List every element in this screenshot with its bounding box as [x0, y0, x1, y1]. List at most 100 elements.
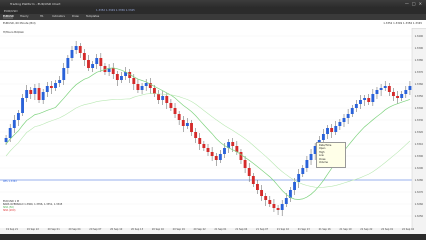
time-tick-label: 21 Sep 22 [360, 228, 373, 231]
time-tick-label: 21 Sep 10 [276, 228, 289, 231]
time-tick-label: 20 Sep 16 [151, 228, 164, 231]
candle-up [280, 204, 284, 210]
price-tick-label: 1.3260 [414, 202, 423, 206]
resistance-label: RES 1.3363 [3, 180, 17, 183]
account-label: EUR/USD [4, 9, 18, 13]
candle-down [29, 90, 33, 94]
candle-up [120, 76, 123, 80]
candle-up [284, 198, 288, 204]
candle-up [400, 94, 404, 98]
candle-up [334, 126, 338, 132]
candle-down [247, 168, 251, 176]
candle-down [136, 84, 140, 90]
candle-down [387, 86, 391, 92]
candle-up [371, 94, 375, 102]
candle-down [165, 96, 169, 103]
candle-up [62, 68, 66, 80]
candle-up [379, 88, 383, 90]
candle-down [392, 92, 395, 96]
time-tick-label: 20 Sep 04 [68, 228, 81, 231]
candle-up [140, 86, 144, 90]
title-bar: Trading Platform - EUR/USD Chart — □ ✕ [0, 0, 426, 8]
candle-up [375, 90, 379, 94]
candle-up [383, 86, 387, 88]
candle-down [260, 190, 264, 196]
candle-down [256, 184, 259, 190]
candle-up [218, 154, 222, 160]
candle-down [202, 144, 206, 148]
quote-readout: 1.3352 1.3349 1.3356 1.3345 [96, 9, 135, 12]
candle-up [45, 86, 49, 92]
candle-down [157, 94, 160, 100]
candle-up [408, 86, 412, 90]
candle-up [74, 46, 78, 50]
price-tick-label: 1.3360 [414, 82, 423, 86]
candle-up [305, 160, 309, 168]
price-tick-label: 1.3370 [414, 70, 423, 74]
time-tick-label: 21 Sep 13 [297, 228, 310, 231]
price-tick-label: 1.3270 [414, 190, 423, 194]
time-tick-label: 20 Sep 19 [172, 228, 185, 231]
time-tick-label: 21 Sep 07 [256, 228, 269, 231]
candle-up [185, 123, 189, 126]
candle-down [169, 103, 173, 108]
candle-down [396, 96, 400, 98]
candle-down [214, 156, 218, 160]
candle-down [264, 196, 268, 200]
status-bar [0, 234, 426, 240]
candle-up [161, 96, 165, 100]
candle-down [152, 88, 156, 94]
candle-down [132, 78, 136, 84]
candle-down [243, 160, 247, 168]
candle-up [41, 92, 45, 100]
candle-down [194, 132, 198, 138]
candle-up [33, 88, 37, 94]
minimize-icon[interactable]: — [405, 1, 409, 7]
chart-title: EURUSD, 60 Minute (Bid) [3, 22, 36, 25]
candle-down [78, 46, 82, 53]
time-tick-label: 20 Sep 22 [193, 228, 206, 231]
price-tick-label: 1.3290 [414, 166, 423, 170]
candle-up [21, 98, 24, 113]
candle-down [198, 138, 202, 144]
price-tick-label: 1.3320 [414, 130, 423, 134]
candle-up [354, 104, 358, 108]
candle-up [338, 122, 342, 126]
maximize-icon[interactable]: □ [412, 1, 416, 7]
price-tick-label: 1.3250 [414, 214, 423, 218]
symbol-selector[interactable]: EURUSD [3, 15, 14, 19]
candle-up [54, 83, 57, 88]
toolbar-item-h1[interactable]: H1 [40, 15, 44, 18]
price-tick-label: 1.3350 [414, 94, 423, 98]
candle-up [326, 128, 329, 134]
close-icon[interactable]: ✕ [419, 1, 422, 7]
time-tick-label: 20 Sep 13 [130, 228, 144, 231]
candle-up [293, 182, 296, 190]
time-tick-label: 22 Sep 04 [401, 228, 415, 231]
candlestick-chart[interactable] [0, 28, 426, 228]
price-tick-label: 1.3400 [414, 34, 423, 38]
candle-down [37, 88, 41, 100]
toolbar-item-indicators[interactable]: Indicators [52, 15, 65, 18]
candle-up [297, 174, 301, 182]
price-tick-label: 1.3300 [414, 154, 423, 158]
candle-up [95, 58, 99, 64]
candle-down [239, 152, 243, 160]
candle-up [321, 134, 325, 140]
toolbar-item-draw[interactable]: Draw [72, 15, 79, 18]
candle-down [231, 142, 235, 146]
tooltip-line: Volume [319, 161, 328, 165]
candle-down [173, 108, 177, 114]
toolbar-item-templates[interactable]: Templates [86, 15, 99, 18]
chart-ohlc-readout: 1.3352 1.3349 1.3356 1.3345 [383, 22, 422, 25]
timeframe-selector[interactable]: Hourly [20, 15, 29, 18]
candle-up [223, 148, 226, 154]
time-tick-label: 20 Sep 01 [47, 228, 60, 231]
time-tick-label: 22 Sep 01 [381, 228, 394, 231]
candle-down [210, 152, 214, 156]
candle-up [301, 168, 305, 174]
candle-down [272, 204, 276, 208]
candle-down [190, 123, 193, 132]
time-tick-label: 21 Sep 16 [318, 228, 331, 231]
candle-up [16, 113, 20, 120]
